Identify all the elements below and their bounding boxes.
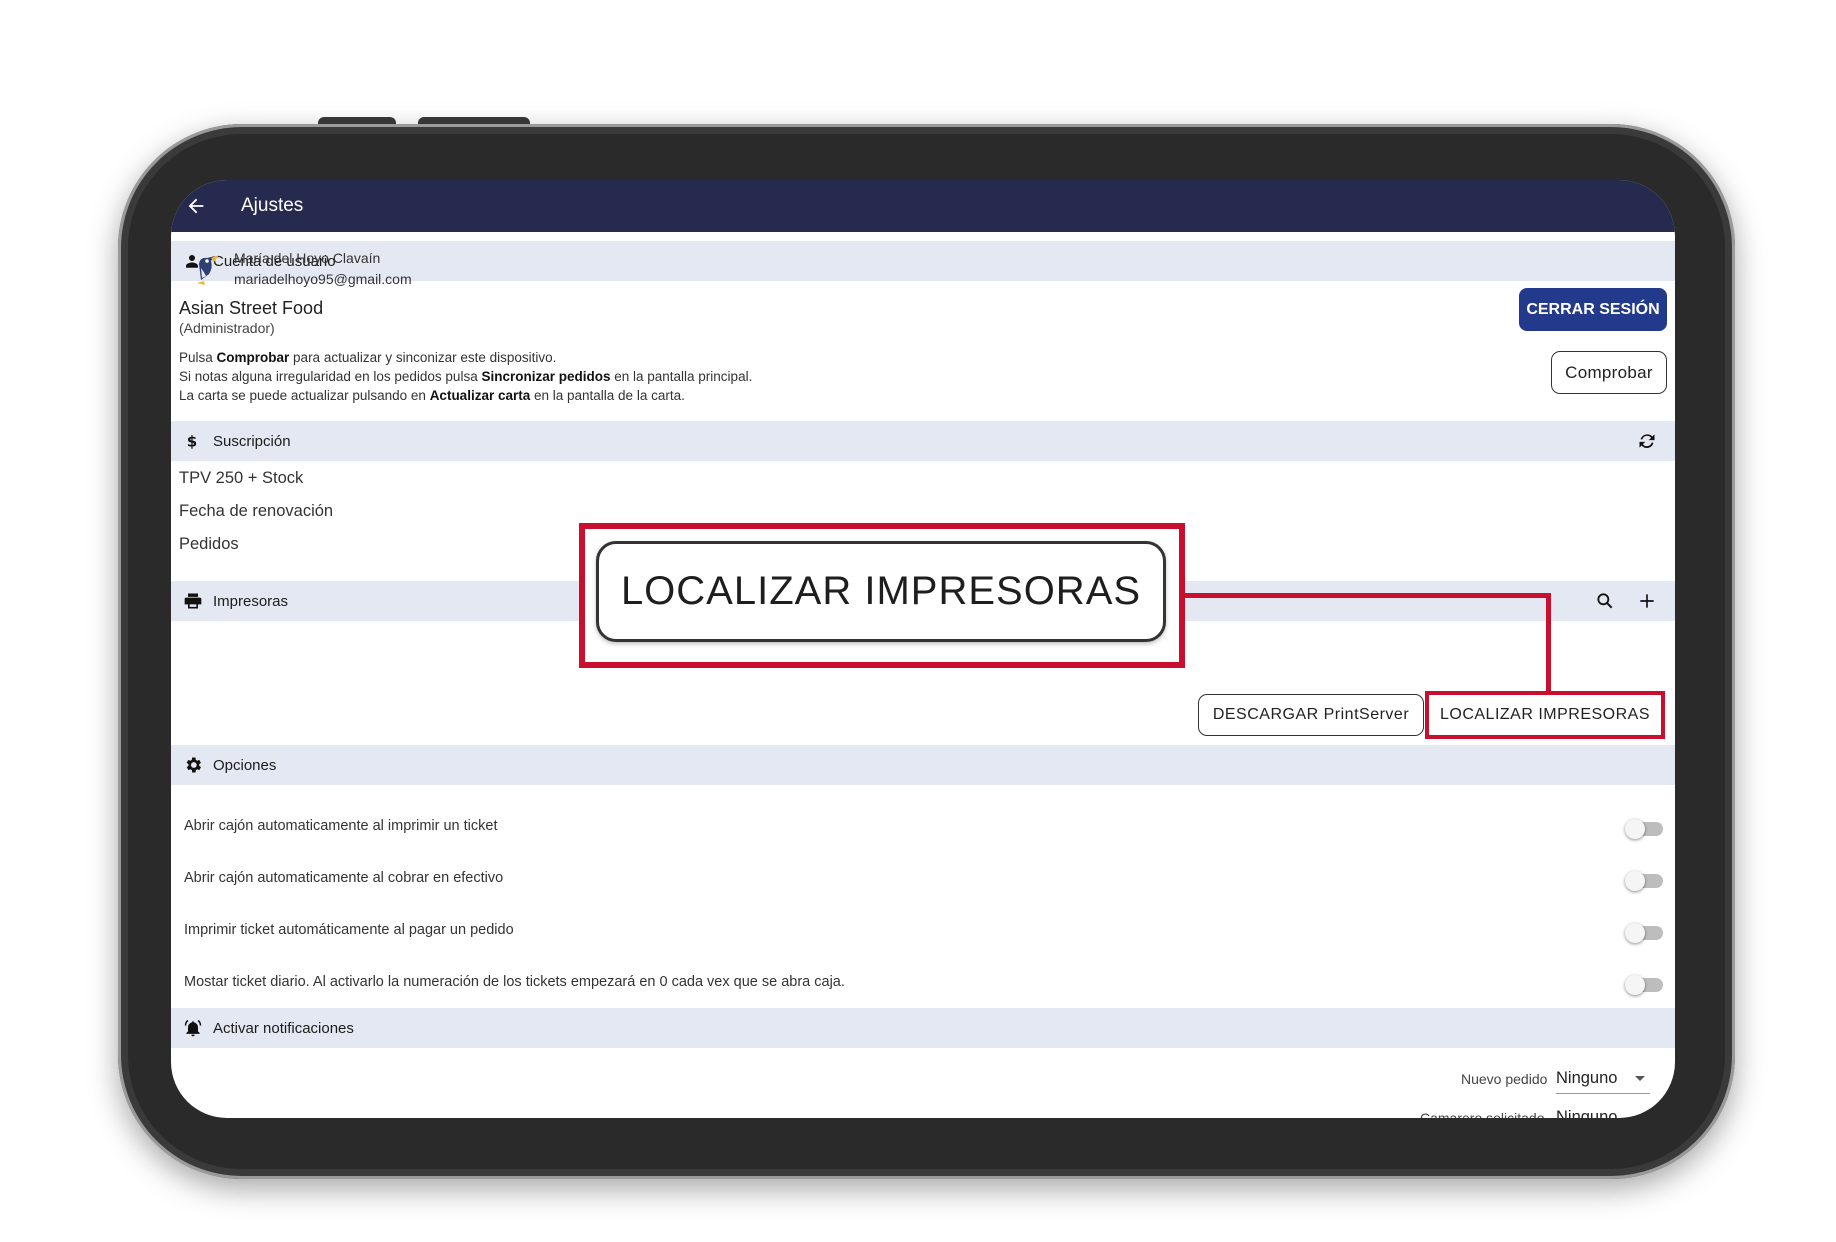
- callout-zoom-button: LOCALIZAR IMPRESORAS: [596, 541, 1166, 642]
- notification-select[interactable]: Ninguno: [1556, 1064, 1650, 1094]
- arrow-left-icon: [188, 198, 204, 214]
- subscription-plan: TPV 250 + Stock: [179, 469, 304, 487]
- page-title: Ajustes: [241, 195, 304, 216]
- section-title: Opciones: [213, 756, 277, 774]
- option-toggle[interactable]: [1625, 923, 1663, 943]
- option-toggle[interactable]: [1625, 871, 1663, 891]
- option-label: Imprimir ticket automáticamente al pagar…: [184, 922, 514, 938]
- notification-select-value: Ninguno: [1556, 1069, 1618, 1087]
- callout-connector: [1185, 593, 1551, 598]
- user-name: María del Hoyo Clavaín: [234, 250, 381, 266]
- avatar: [185, 250, 225, 290]
- user-email: mariadelhoyo95@gmail.com: [234, 271, 412, 287]
- add-icon[interactable]: [1637, 591, 1657, 611]
- bell-icon: [183, 1018, 213, 1038]
- back-button[interactable]: [185, 195, 233, 217]
- notification-label: Nuevo pedido: [1461, 1071, 1548, 1087]
- dollar-icon: $: [183, 432, 213, 450]
- highlight-frame: [1425, 691, 1665, 739]
- refresh-icon[interactable]: [1637, 431, 1657, 451]
- logout-button[interactable]: CERRAR SESIÓN: [1519, 288, 1667, 331]
- option-toggle[interactable]: [1625, 819, 1663, 839]
- section-subscription: $ Suscripción: [171, 421, 1675, 461]
- option-toggle[interactable]: [1625, 975, 1663, 995]
- gear-icon: [183, 755, 213, 775]
- search-icon[interactable]: [1595, 591, 1615, 611]
- dropdown-arrow-icon: [1635, 1075, 1645, 1081]
- renewal-date-label: Fecha de renovación: [179, 502, 334, 520]
- orders-label: Pedidos: [179, 535, 239, 553]
- callout-connector: [1546, 593, 1551, 692]
- notification-select-value: Ninguno: [1556, 1108, 1618, 1118]
- info-line: La carta se puede actualizar pulsando en…: [179, 388, 685, 403]
- section-title: Impresoras: [213, 592, 289, 610]
- printer-icon: [183, 591, 213, 611]
- section-notifications: Activar notificaciones: [171, 1008, 1675, 1048]
- info-line: Pulsa Comprobar para actualizar y sincon…: [179, 350, 557, 365]
- option-label: Mostar ticket diario. Al activarlo la nu…: [184, 974, 845, 990]
- info-line: Si notas alguna irregularidad en los ped…: [179, 369, 753, 384]
- option-label: Abrir cajón automaticamente al imprimir …: [184, 818, 498, 834]
- notification-select[interactable]: Ninguno: [1556, 1103, 1650, 1118]
- user-role: (Administrador): [179, 320, 275, 336]
- section-title: Activar notificaciones: [213, 1019, 354, 1037]
- svg-text:$: $: [187, 432, 197, 450]
- download-printserver-button[interactable]: DESCARGAR PrintServer: [1198, 694, 1424, 736]
- option-label: Abrir cajón automaticamente al cobrar en…: [184, 870, 504, 886]
- check-button[interactable]: Comprobar: [1551, 351, 1667, 394]
- notification-label: Camarero solicitado: [1420, 1110, 1545, 1118]
- section-options: Opciones: [171, 745, 1675, 785]
- restaurant-name: Asian Street Food: [179, 298, 324, 318]
- section-title: Suscripción: [213, 432, 291, 450]
- app-bar: Ajustes: [171, 180, 1675, 232]
